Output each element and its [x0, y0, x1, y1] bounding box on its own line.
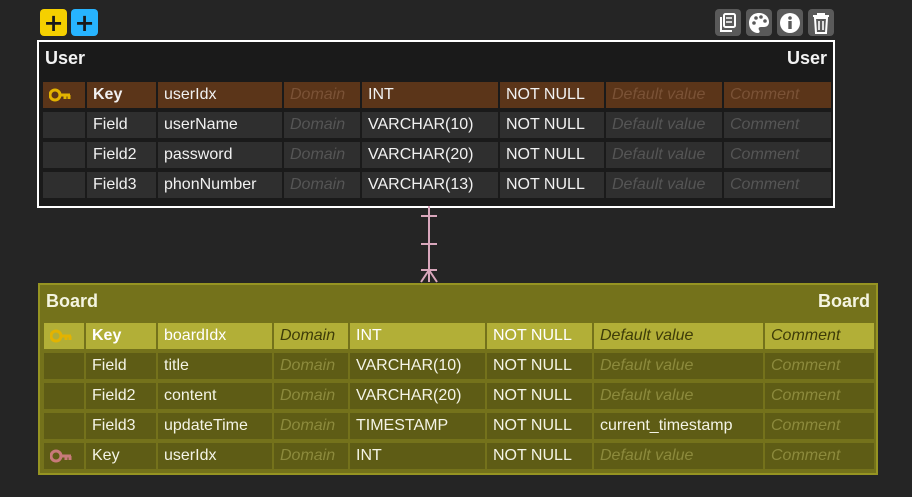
column-comment-input[interactable]: Comment — [724, 112, 831, 138]
column-comment-input[interactable]: Comment — [724, 172, 831, 198]
column-name-input[interactable]: userIdx — [158, 82, 282, 108]
column-default-input[interactable]: Default value — [594, 383, 763, 409]
column-datatype-input[interactable]: VARCHAR(10) — [362, 112, 498, 138]
column-default-input[interactable]: Default value — [606, 82, 722, 108]
column-notnull-toggle[interactable]: NOT NULL — [487, 323, 592, 349]
column-notnull-toggle[interactable]: NOT NULL — [500, 142, 604, 168]
column-notnull-toggle[interactable]: NOT NULL — [487, 383, 592, 409]
column-name-input[interactable]: title — [158, 353, 272, 379]
column-datatype-input[interactable]: VARCHAR(10) — [350, 353, 485, 379]
column-datatype-input[interactable]: VARCHAR(20) — [362, 142, 498, 168]
column-default-input[interactable]: Default value — [606, 112, 722, 138]
column-kind: Key — [87, 82, 156, 108]
column-datatype-input[interactable]: INT — [350, 443, 485, 469]
column-name-input[interactable]: boardIdx — [158, 323, 272, 349]
column-datatype-input[interactable]: INT — [350, 323, 485, 349]
column-domain-input[interactable]: Domain — [284, 172, 360, 198]
column-notnull-toggle[interactable]: NOT NULL — [487, 443, 592, 469]
table-name[interactable]: Board — [46, 291, 98, 312]
column-domain-input[interactable]: Domain — [274, 443, 348, 469]
column-default-input[interactable]: Default value — [594, 353, 763, 379]
table-user[interactable]: User User Key userIdx Domain INT NOT NULL Def… — [37, 40, 835, 208]
table-header[interactable]: User User — [39, 42, 833, 74]
add-table-button[interactable]: + — [40, 9, 67, 36]
palette-icon — [749, 12, 769, 33]
column-comment-input[interactable]: Comment — [765, 383, 874, 409]
column-kind: Field3 — [87, 172, 156, 198]
table-name[interactable]: User — [45, 48, 85, 69]
column-domain-input[interactable]: Domain — [274, 323, 348, 349]
column-domain-input[interactable]: Domain — [284, 112, 360, 138]
row-icon-cell — [43, 112, 85, 138]
column-notnull-toggle[interactable]: NOT NULL — [500, 172, 604, 198]
column-default-input[interactable]: Default value — [594, 323, 763, 349]
column-default-input[interactable]: Default value — [606, 172, 722, 198]
row-icon-cell — [43, 172, 85, 198]
primary-key-icon — [44, 323, 84, 349]
copy-button[interactable] — [715, 9, 741, 36]
palette-button[interactable] — [746, 9, 772, 36]
column-comment-input[interactable]: Comment — [765, 353, 874, 379]
column-comment-input[interactable]: Comment — [724, 82, 831, 108]
column-domain-input[interactable]: Domain — [274, 353, 348, 379]
column-name-input[interactable]: phonNumber — [158, 172, 282, 198]
column-default-input[interactable]: current_timestamp — [594, 413, 763, 439]
relationship-line[interactable] — [415, 206, 443, 284]
info-icon — [780, 12, 800, 33]
column-name-input[interactable]: password — [158, 142, 282, 168]
column-kind: Key — [86, 323, 156, 349]
trash-icon — [813, 12, 829, 34]
column-comment-input[interactable]: Comment — [724, 142, 831, 168]
column-datatype-input[interactable]: VARCHAR(13) — [362, 172, 498, 198]
add-memo-button[interactable]: + — [71, 9, 98, 36]
column-notnull-toggle[interactable]: NOT NULL — [487, 413, 592, 439]
column-comment-input[interactable]: Comment — [765, 413, 874, 439]
table-comment[interactable]: Board — [818, 291, 870, 312]
column-domain-input[interactable]: Domain — [284, 82, 360, 108]
foreign-key-icon — [44, 443, 84, 469]
row-icon-cell — [44, 413, 84, 439]
info-button[interactable] — [777, 9, 803, 36]
row-icon-cell — [44, 353, 84, 379]
column-datatype-input[interactable]: INT — [362, 82, 498, 108]
column-datatype-input[interactable]: TIMESTAMP — [350, 413, 485, 439]
column-notnull-toggle[interactable]: NOT NULL — [500, 112, 604, 138]
copy-icon — [720, 12, 736, 32]
column-notnull-toggle[interactable]: NOT NULL — [487, 353, 592, 379]
primary-key-icon — [43, 82, 85, 108]
column-domain-input[interactable]: Domain — [274, 413, 348, 439]
column-kind: Field2 — [87, 142, 156, 168]
delete-button[interactable] — [808, 9, 834, 36]
column-default-input[interactable]: Default value — [606, 142, 722, 168]
table-header[interactable]: Board Board — [40, 285, 876, 317]
column-notnull-toggle[interactable]: NOT NULL — [500, 82, 604, 108]
column-comment-input[interactable]: Comment — [765, 443, 874, 469]
column-name-input[interactable]: content — [158, 383, 272, 409]
column-default-input[interactable]: Default value — [594, 443, 763, 469]
table-board[interactable]: Board Board Key boardIdx Domain INT NOT NULL… — [38, 283, 878, 475]
column-domain-input[interactable]: Domain — [284, 142, 360, 168]
column-name-input[interactable]: userName — [158, 112, 282, 138]
column-kind: Field — [87, 112, 156, 138]
column-kind: Field2 — [86, 383, 156, 409]
column-name-input[interactable]: userIdx — [158, 443, 272, 469]
column-domain-input[interactable]: Domain — [274, 383, 348, 409]
table-comment[interactable]: User — [787, 48, 827, 69]
column-name-input[interactable]: updateTime — [158, 413, 272, 439]
column-comment-input[interactable]: Comment — [765, 323, 874, 349]
column-datatype-input[interactable]: VARCHAR(20) — [350, 383, 485, 409]
column-kind: Field3 — [86, 413, 156, 439]
row-icon-cell — [44, 383, 84, 409]
column-kind: Key — [86, 443, 156, 469]
column-kind: Field — [86, 353, 156, 379]
row-icon-cell — [43, 142, 85, 168]
